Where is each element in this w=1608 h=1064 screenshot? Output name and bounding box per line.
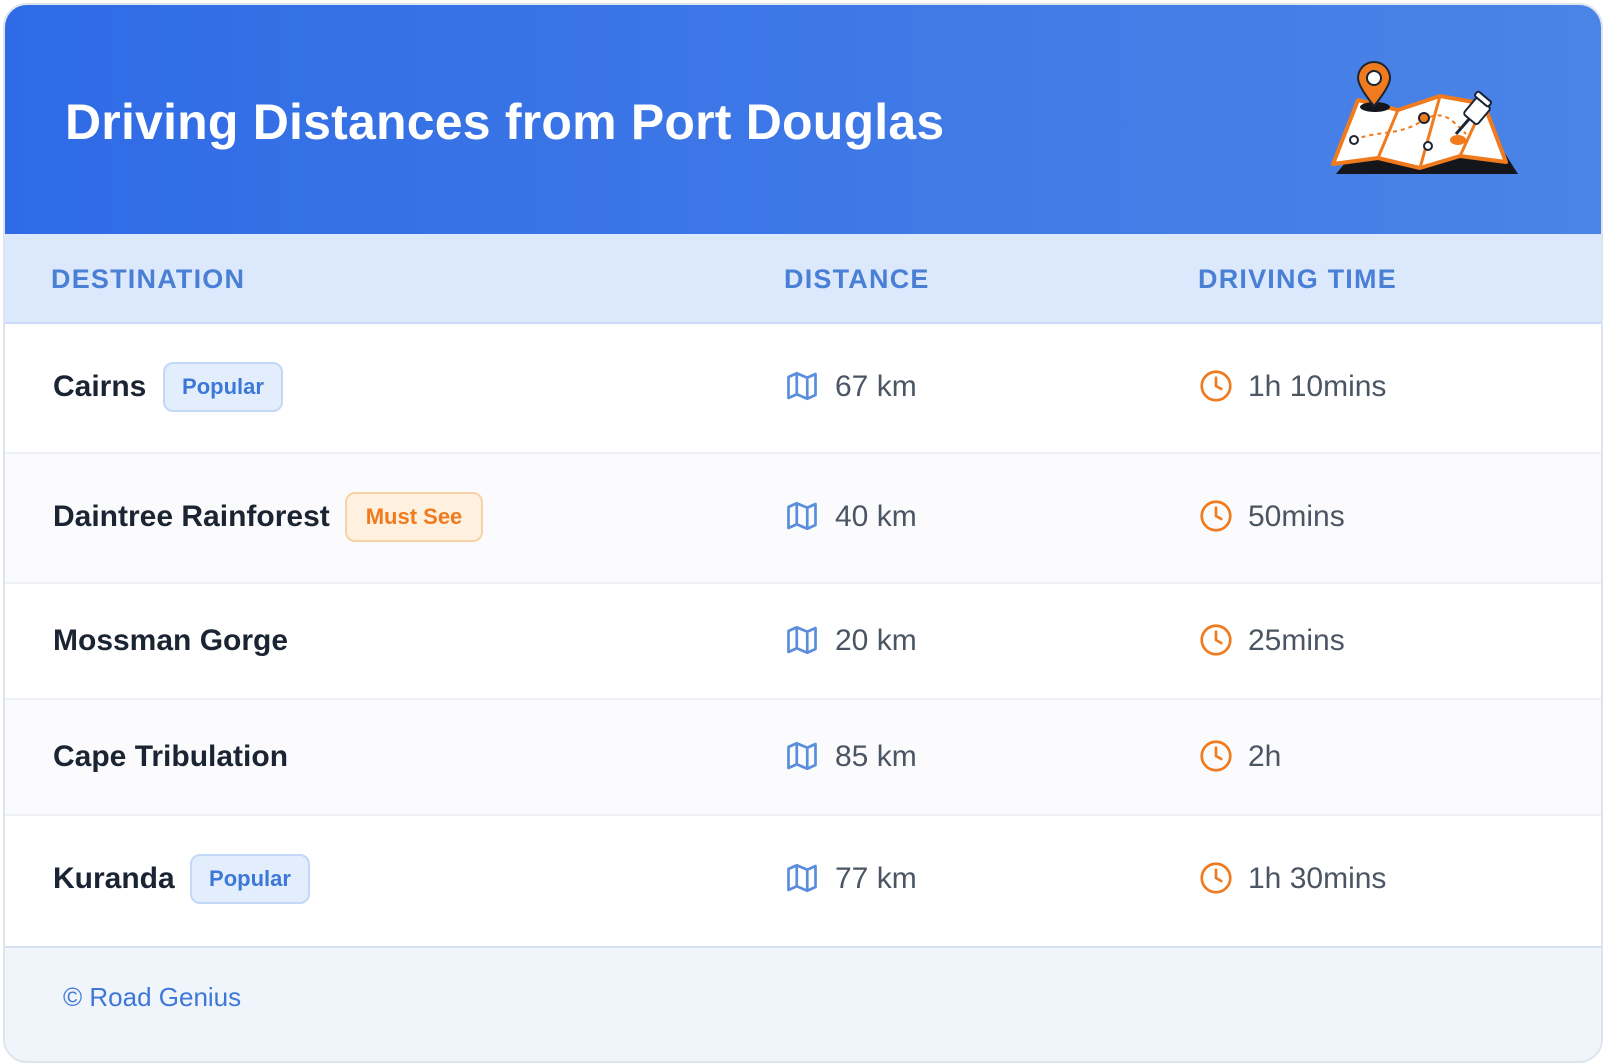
driving-time-value: 1h 30mins [1248, 862, 1387, 895]
popular-badge: Popular [163, 362, 283, 412]
map-icon [787, 625, 817, 655]
map-icon [787, 371, 817, 401]
table-row: Cairns Popular 67 km 1h 10mins [5, 324, 1601, 454]
clock-icon [1200, 500, 1232, 532]
copyright-text: © Road Genius [63, 982, 242, 1012]
destination-name: Cairns [53, 370, 147, 403]
map-icon [787, 741, 817, 771]
table-header-row: DESTINATION DISTANCE DRIVING TIME [5, 234, 1601, 324]
card-header: Driving Distances from Port Douglas [5, 5, 1601, 234]
map-icon [787, 863, 817, 893]
card-footer: © Road Genius [5, 946, 1601, 1061]
destination-name: Mossman Gorge [53, 624, 289, 657]
driving-time-value: 50mins [1248, 500, 1345, 533]
driving-time-value: 25mins [1248, 624, 1345, 657]
map-with-pins-icon [1331, 61, 1518, 174]
clock-icon [1200, 624, 1232, 656]
map-icon [787, 501, 817, 531]
distance-value: 40 km [835, 500, 917, 533]
driving-time-value: 2h [1248, 740, 1282, 773]
distance-card: Driving Distances from Port Douglas DEST… [3, 3, 1603, 1063]
table-row: Mossman Gorge 20 km 25mins [5, 584, 1601, 700]
destination-name: Cape Tribulation [53, 740, 289, 773]
page-title: Driving Distances from Port Douglas [65, 94, 945, 150]
destination-name: Kuranda [53, 862, 175, 895]
driving-time-value: 1h 10mins [1248, 370, 1387, 403]
clock-icon [1200, 862, 1232, 894]
destination-name: Daintree Rainforest [53, 500, 330, 533]
column-header-distance: DISTANCE [784, 264, 930, 294]
clock-icon [1200, 740, 1232, 772]
clock-icon [1200, 370, 1232, 402]
table-row: Cape Tribulation 85 km 2h [5, 700, 1601, 816]
column-header-driving-time: DRIVING TIME [1198, 264, 1397, 294]
must-see-badge: Must See [345, 492, 483, 542]
popular-badge: Popular [190, 854, 310, 904]
distance-value: 67 km [835, 370, 917, 403]
table-row: Kuranda Popular 77 km 1h 30mins [5, 816, 1601, 946]
distance-value: 20 km [835, 624, 917, 657]
distance-value: 85 km [835, 740, 917, 773]
distance-value: 77 km [835, 862, 917, 895]
column-header-destination: DESTINATION [51, 264, 246, 294]
table-row: Daintree Rainforest Must See 40 km 50min… [5, 454, 1601, 584]
